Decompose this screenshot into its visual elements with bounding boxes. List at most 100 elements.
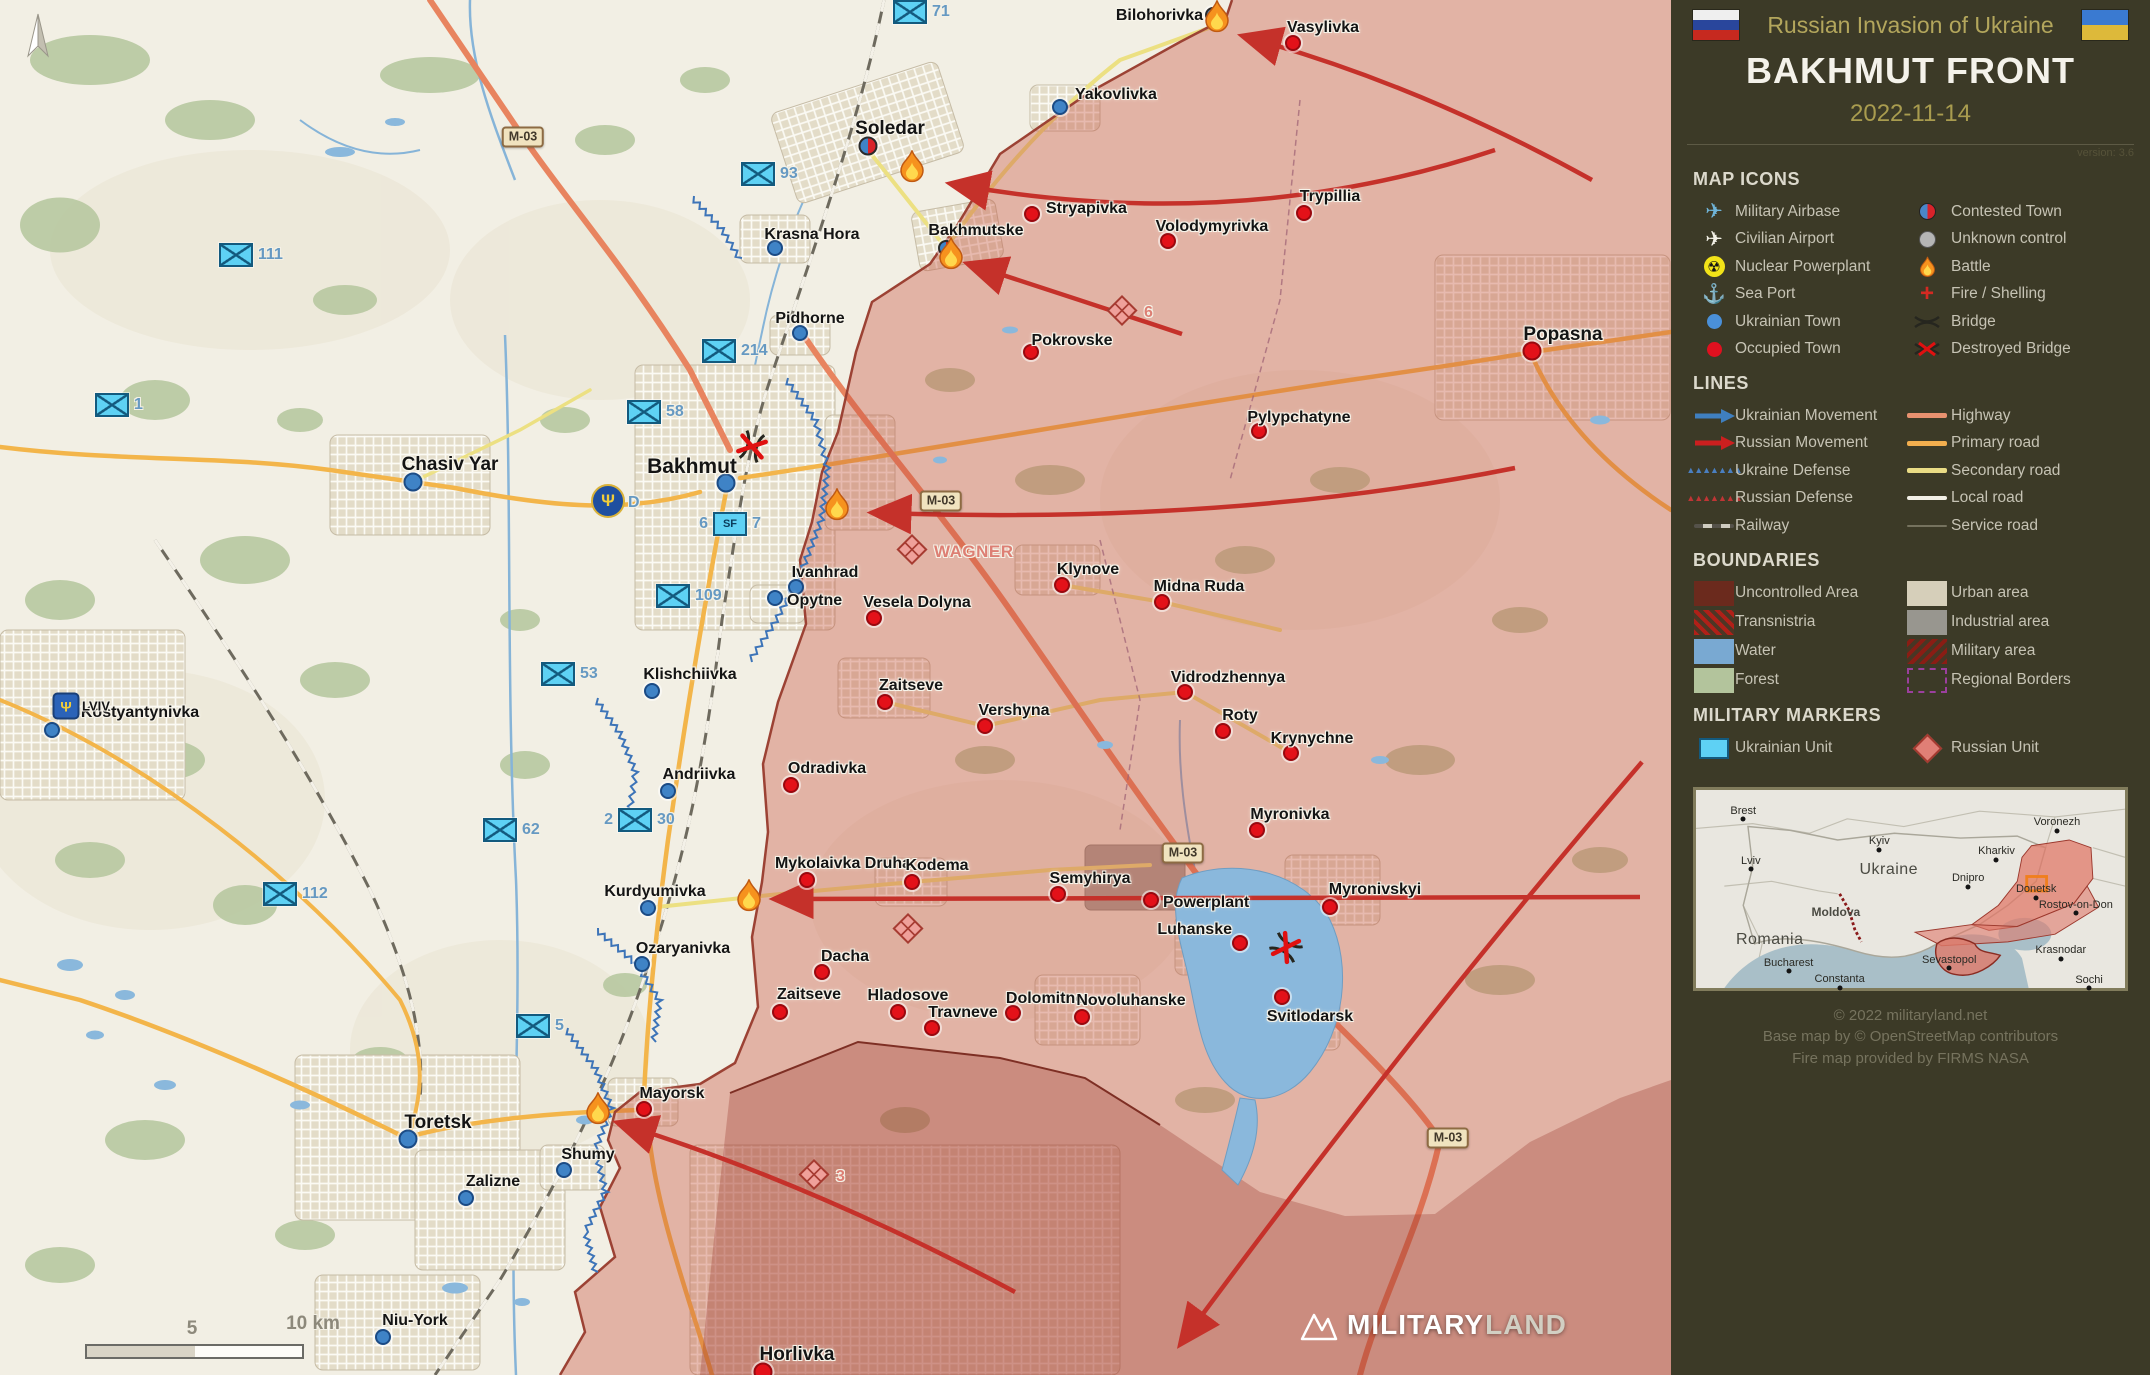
town-dot-ru <box>877 694 893 710</box>
ukrainian-unit-marker <box>627 400 661 424</box>
legend-icon-cell: + <box>1903 282 1951 306</box>
sea-port-icon: ⚓ <box>1702 285 1726 304</box>
ukrainian-unit-marker <box>893 0 927 24</box>
road-ref-badge: M-03 <box>1162 843 1204 864</box>
minimap-country-label: Romania <box>1736 931 1804 949</box>
town-label: Horlivka <box>760 1344 835 1366</box>
legend-item-label: Industrial area <box>1951 613 2128 631</box>
destroyed-bridge-icon <box>733 428 771 471</box>
legend-icon-cell <box>1903 203 1951 220</box>
legend-icon-cell <box>1693 409 1735 423</box>
scale-label-end: 10 km <box>286 1313 340 1335</box>
ukrainian-unit-label: D <box>628 494 640 512</box>
ukrainian-unit-marker <box>219 243 253 267</box>
town-label: Luhanske <box>1157 921 1232 939</box>
legend-icon-cell <box>1693 342 1735 357</box>
legend-icon-cell <box>1903 468 1951 473</box>
legend-icon-cell <box>1903 441 1951 446</box>
legend-item-label: Russian Defense <box>1735 489 1903 507</box>
legend-item-label: Transnistria <box>1735 613 1903 631</box>
ukrainian-town-icon <box>1707 314 1722 329</box>
town-dot-ru <box>772 1004 788 1020</box>
battle-icon <box>822 487 852 526</box>
town-dot-ru <box>1074 1009 1090 1025</box>
ukrainian-unit-label: 5 <box>555 1017 564 1035</box>
town-label: Chasiv Yar <box>402 454 499 476</box>
legend-item-label: Russian Unit <box>1951 739 2128 757</box>
battle-icon <box>734 878 764 917</box>
industrial-area-swatch <box>1907 610 1947 635</box>
battle-icon <box>1202 0 1232 38</box>
map-canvas: BilohorivkaVasylivkaYakovlivkaSoledarStr… <box>0 0 1671 1375</box>
forest-swatch <box>1694 668 1734 693</box>
town-label: Trypillia <box>1300 188 1360 206</box>
occupied-town-icon <box>1707 342 1722 357</box>
destroyed-bridge-icon <box>1267 929 1305 972</box>
minimap-city-dot <box>1837 985 1842 990</box>
ukrainian-unit-label: 6 <box>699 515 708 533</box>
town-dot-ru <box>799 872 815 888</box>
town-label: Dacha <box>821 948 869 966</box>
town-label: Dolomitne <box>1006 990 1084 1008</box>
town-dot-ua <box>660 783 676 799</box>
ukrainian-movement-icon <box>1693 409 1735 423</box>
legend-grid: Ukrainian UnitRussian Unit <box>1693 734 2128 763</box>
legend-item-label: Nuclear Powerplant <box>1735 258 1903 276</box>
fire-shelling-icon: + <box>1920 282 1934 306</box>
town-dot-ua <box>458 1190 474 1206</box>
russian-unit-label: 6 <box>1144 304 1153 322</box>
minimap-city-dot <box>1741 817 1746 822</box>
town-label: Hladosove <box>868 987 949 1005</box>
legend-item-label: Highway <box>1951 407 2128 425</box>
battle-icon <box>1918 256 1937 278</box>
ukraine-flag-icon <box>2082 10 2128 40</box>
ukrainian-unit-marker <box>483 818 517 842</box>
secondary-road-icon <box>1907 468 1947 473</box>
legend-icon-cell <box>1903 496 1951 500</box>
highway-icon <box>1907 413 1947 418</box>
town-label: Odradivka <box>788 760 866 778</box>
minimap-city-label: Brest <box>1730 805 1756 817</box>
russian-unit-marker <box>1105 294 1139 333</box>
legend-grid: ✈Military AirbaseContested Town✈Civilian… <box>1693 198 2128 363</box>
map-scale-bar <box>85 1344 304 1359</box>
road-ref-badge: M-03 <box>1427 1128 1469 1149</box>
minimap-city-label: Krasnodar <box>2035 944 2086 956</box>
town-dot-ru <box>977 718 993 734</box>
legend-item-label: Service road <box>1951 517 2128 535</box>
town-dot-ua <box>634 956 650 972</box>
ukrainian-unit-marker <box>516 1014 550 1038</box>
ukrainian-division-badge: Ψ <box>591 484 625 518</box>
urban-area-swatch <box>1907 581 1947 606</box>
town-dot-ru <box>866 610 882 626</box>
town-dot-ua <box>767 590 783 606</box>
legend-icon-cell <box>1693 639 1735 664</box>
legend-sidebar: Russian Invasion of Ukraine BAKHMUT FRON… <box>1671 0 2150 1375</box>
legend-item-label: Unknown control <box>1951 230 2128 248</box>
legend-icon-cell <box>1693 436 1735 450</box>
legend-icon-cell <box>1903 738 1951 759</box>
legend-icon-cell: ✈ <box>1693 229 1735 250</box>
legend-icon-cell <box>1693 668 1735 693</box>
road-ref-badge: M-03 <box>920 491 962 512</box>
legend-item-label: Sea Port <box>1735 285 1903 303</box>
minimap-city-label: Lviv <box>1741 855 1761 867</box>
railway-icon <box>1694 524 1734 528</box>
town-label: Shumy <box>561 1146 614 1164</box>
legend-icon-cell <box>1693 738 1735 759</box>
town-dot-ru <box>636 1101 652 1117</box>
footer-credit-line: Fire map provided by FIRMS NASA <box>1693 1048 2128 1070</box>
town-dot-ru <box>890 1004 906 1020</box>
town-label: Bakhmut <box>647 455 737 479</box>
legend-item-label: Water <box>1735 642 1903 660</box>
russia-flag-icon <box>1693 10 1739 40</box>
version-label: version: 3.6 <box>1693 147 2134 159</box>
town-dot-ua <box>375 1329 391 1345</box>
legend-icon-cell <box>1903 668 1951 693</box>
ukrainian-unit-label: 1 <box>134 396 143 414</box>
russian-movement-icon <box>1693 436 1735 450</box>
town-dot-ru <box>904 874 920 890</box>
town-dot-ru <box>1285 35 1301 51</box>
legend-icon-cell <box>1903 231 1951 248</box>
legend-item-label: Local road <box>1951 489 2128 507</box>
